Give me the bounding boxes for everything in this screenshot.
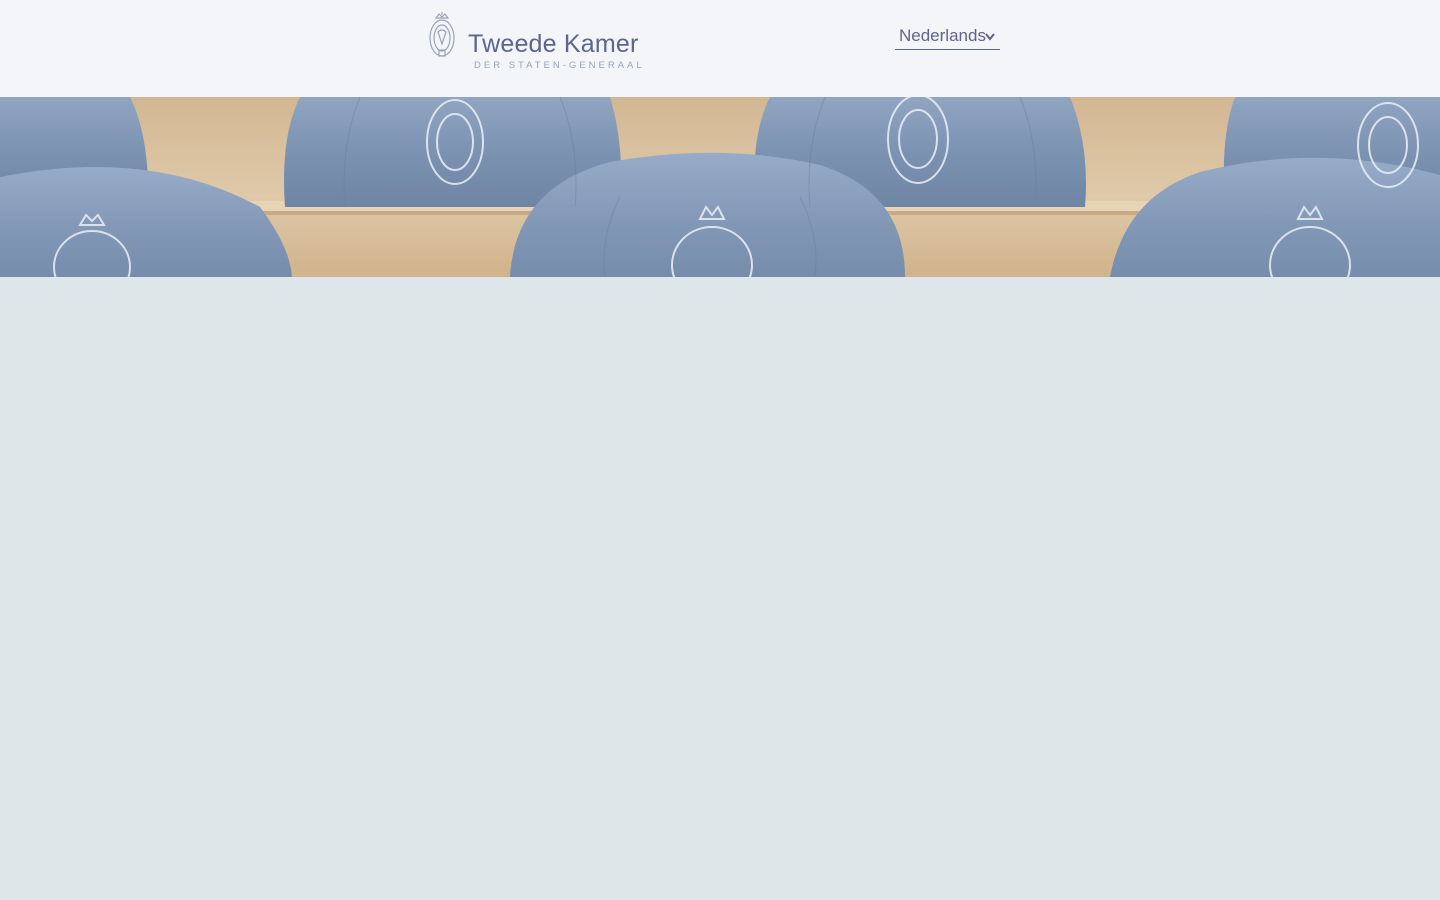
language-selector[interactable]: Nederlands [895,24,1000,50]
tweede-kamer-logo[interactable]: Tweede Kamer DER STATEN-GENERAAL [427,12,642,74]
logo-subtitle: DER STATEN-GENERAAL [474,60,645,71]
logo-name: Tweede Kamer [468,30,639,58]
main-content-area [0,277,1440,900]
chevron-down-icon [985,33,995,41]
site-header: Tweede Kamer DER STATEN-GENERAAL Nederla… [0,0,1440,97]
language-selector-value: Nederlands [899,26,986,45]
hero-overlay [0,97,1440,277]
royal-crest-icon [429,12,455,57]
hero-image [0,97,1440,277]
